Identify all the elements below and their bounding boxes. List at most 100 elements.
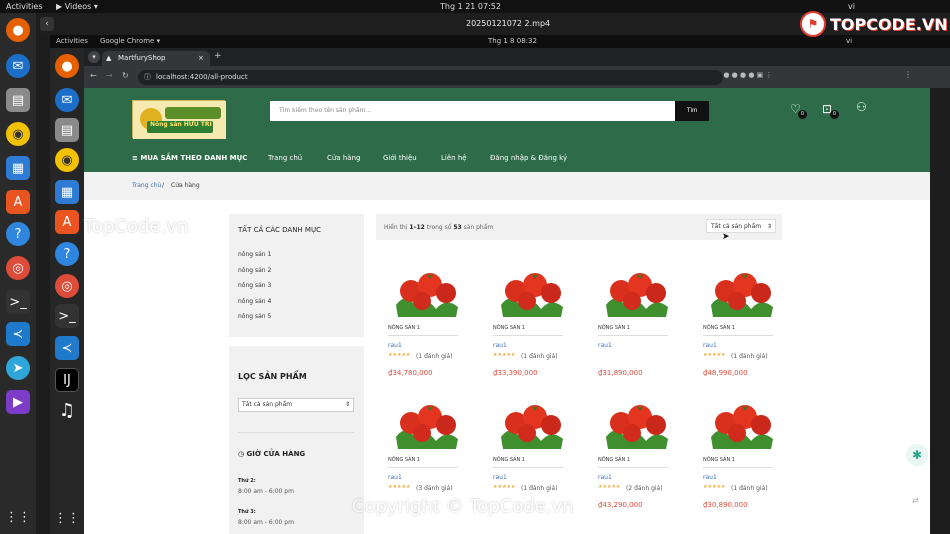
vscode-icon[interactable]: ≺	[6, 322, 30, 346]
product-category[interactable]: NÔNG SẢN 1	[703, 325, 735, 331]
new-tab-icon[interactable]: +	[214, 51, 222, 61]
forward-arrow-icon[interactable]: →	[106, 71, 113, 80]
inner-help-icon[interactable]: ?	[55, 242, 79, 266]
topcode-logo: ⚑ TOPCODE.VN	[800, 10, 948, 38]
chrome-icon[interactable]: ◎	[6, 256, 30, 280]
product-image[interactable]	[701, 393, 781, 455]
address-bar[interactable]: ⓘ localhost:4200/all-product	[138, 70, 723, 85]
menu-auth[interactable]: Đăng nhập & Đăng ký	[490, 154, 567, 162]
product-category[interactable]: NÔNG SẢN 1	[703, 457, 735, 463]
menu-about[interactable]: Giới thiệu	[383, 154, 417, 162]
product-price: ₫48,990,000	[703, 369, 748, 377]
product-card[interactable]: NÔNG SẢN 1 rau1 ★★★★★ (1 đánh giá) ₫48,990,0…	[701, 261, 781, 387]
breadcrumb-home[interactable]: Trang chủ	[132, 172, 161, 200]
product-card[interactable]: NÔNG SẢN 1 rau1 ★★★★★ (1 đánh giá) ₫33,390,0…	[491, 261, 571, 387]
inner-app-menu[interactable]: Google Chrome ▾	[100, 35, 160, 48]
inner-chrome-icon[interactable]: ◎	[55, 274, 79, 298]
tab-search-icon[interactable]: ▾	[88, 51, 100, 63]
inner-terminal-icon[interactable]: >_	[55, 304, 79, 328]
category-link[interactable]: nông sản 4	[238, 298, 271, 305]
inner-thunderbird-icon[interactable]: ✉	[55, 88, 79, 112]
product-image[interactable]	[596, 393, 676, 455]
app-grid-icon[interactable]: ⋮⋮	[5, 505, 31, 529]
menu-store[interactable]: Cửa hàng	[327, 154, 360, 162]
inner-files-icon[interactable]: ▤	[55, 118, 79, 142]
inner-activities-button[interactable]: Activities	[56, 35, 88, 48]
category-link[interactable]: nông sản 1	[238, 251, 271, 258]
product-category[interactable]: NÔNG SẢN 1	[388, 457, 420, 463]
user-icon[interactable]: ⚇	[856, 100, 867, 114]
product-name[interactable]: rau1	[493, 474, 507, 481]
logo-text: Nông sản HỮU TRÍ	[150, 121, 212, 128]
product-category[interactable]: NÔNG SẢN 1	[598, 325, 630, 331]
product-name[interactable]: rau1	[388, 474, 402, 481]
telegram-icon[interactable]: ➤	[6, 356, 30, 380]
divider	[493, 467, 563, 468]
category-link[interactable]: nông sản 3	[238, 282, 271, 289]
search-button[interactable]: Tìm	[675, 101, 709, 121]
category-link[interactable]: nông sản 5	[238, 313, 271, 320]
reload-icon[interactable]: ↻	[122, 71, 129, 80]
sort-select[interactable]: Tất cả sản phẩm ⇕	[706, 219, 776, 233]
product-name[interactable]: rau1	[703, 474, 717, 481]
inner-vscode-icon[interactable]: ≺	[55, 336, 79, 360]
menu-home[interactable]: Trang chủ	[268, 154, 302, 162]
clock[interactable]: Thg 1 21 07:52	[440, 0, 501, 13]
filter-panel: LỌC SẢN PHẨM Tất cả sản phẩm ⇕ ◷ GIỜ CỬA…	[229, 346, 364, 534]
activities-button[interactable]: Activities	[6, 0, 43, 13]
menu-contact[interactable]: Liên hệ	[441, 154, 467, 162]
product-card[interactable]: NÔNG SẢN 1 rau1 ★★★★★ (2 đánh giá) ₫43,290,0…	[596, 393, 676, 519]
thunderbird-icon[interactable]: ✉	[6, 54, 30, 78]
watermark-left: TopCode.vn	[84, 216, 189, 237]
product-name[interactable]: rau1	[598, 342, 612, 349]
product-name[interactable]: rau1	[598, 474, 612, 481]
product-category[interactable]: NÔNG SẢN 1	[493, 325, 525, 331]
product-image[interactable]	[491, 393, 571, 455]
web-page: Nông sản HỮU TRÍ Tìm kiếm theo tên sản p…	[84, 88, 930, 534]
inner-app-center-icon[interactable]: A	[55, 210, 79, 234]
inner-clock[interactable]: Thg 1 8 08:32	[488, 35, 537, 48]
site-logo[interactable]: Nông sản HỮU TRÍ	[132, 100, 226, 139]
inner-firefox-icon[interactable]: ●	[55, 54, 79, 78]
product-image[interactable]	[701, 261, 781, 323]
app-center-icon[interactable]: A	[6, 190, 30, 214]
firefox-icon[interactable]: ●	[6, 18, 30, 42]
writer-icon[interactable]: ▦	[6, 156, 30, 180]
inner-rhythmbox-icon[interactable]: ◉	[55, 148, 79, 172]
filter-select[interactable]: Tất cả sản phẩm ⇕	[238, 398, 354, 412]
search-input[interactable]: Tìm kiếm theo tên sản phẩm...	[270, 101, 675, 121]
browser-tab-active[interactable]: ▲ MartfuryShop ×	[102, 51, 210, 66]
product-name[interactable]: rau1	[493, 342, 507, 349]
product-card[interactable]: NÔNG SẢN 1 rau1 ₫31,890,000	[596, 261, 676, 387]
product-card[interactable]: NÔNG SẢN 1 rau1 ★★★★★ (1 đánh giá) ₫34,780,0…	[386, 261, 466, 387]
tab-close-icon[interactable]: ×	[198, 51, 204, 66]
menu-categories[interactable]: ≡ MUA SẮM THEO DANH MỤC	[132, 154, 247, 162]
video-player-icon[interactable]: ▶	[6, 390, 30, 414]
app-menu[interactable]: ▶ Videos ▾	[56, 0, 98, 13]
terminal-icon[interactable]: >_	[6, 290, 30, 314]
files-icon[interactable]: ▤	[6, 88, 30, 112]
back-icon[interactable]: ‹	[40, 17, 54, 31]
rhythmbox-icon[interactable]: ◉	[6, 122, 30, 146]
product-category[interactable]: NÔNG SẢN 1	[388, 325, 420, 331]
product-image[interactable]	[386, 261, 466, 323]
browser-menu-icon[interactable]: ⋮	[904, 70, 912, 79]
help-icon[interactable]: ?	[6, 222, 30, 246]
product-name[interactable]: rau1	[703, 342, 717, 349]
side-panel-icon[interactable]: ⇄	[912, 496, 919, 505]
category-link[interactable]: nông sản 2	[238, 267, 271, 274]
product-card[interactable]: NÔNG SẢN 1 rau1 ★★★★★ (1 đánh giá) ₫30,890,0…	[701, 393, 781, 519]
inner-app-grid-icon[interactable]: ⋮⋮	[54, 506, 80, 530]
back-arrow-icon[interactable]: ←	[90, 71, 97, 80]
product-image[interactable]	[386, 393, 466, 455]
product-category[interactable]: NÔNG SẢN 1	[598, 457, 630, 463]
product-image[interactable]	[596, 261, 676, 323]
site-info-icon[interactable]: ⓘ	[144, 70, 151, 85]
product-category[interactable]: NÔNG SẢN 1	[493, 457, 525, 463]
product-name[interactable]: rau1	[388, 342, 402, 349]
product-image[interactable]	[491, 261, 571, 323]
inner-writer-icon[interactable]: ▦	[55, 180, 79, 204]
inner-intellij-icon[interactable]: IJ	[55, 368, 79, 392]
chat-widget-icon[interactable]: ✱	[906, 444, 928, 466]
inner-music-icon[interactable]: ♫	[55, 398, 79, 422]
